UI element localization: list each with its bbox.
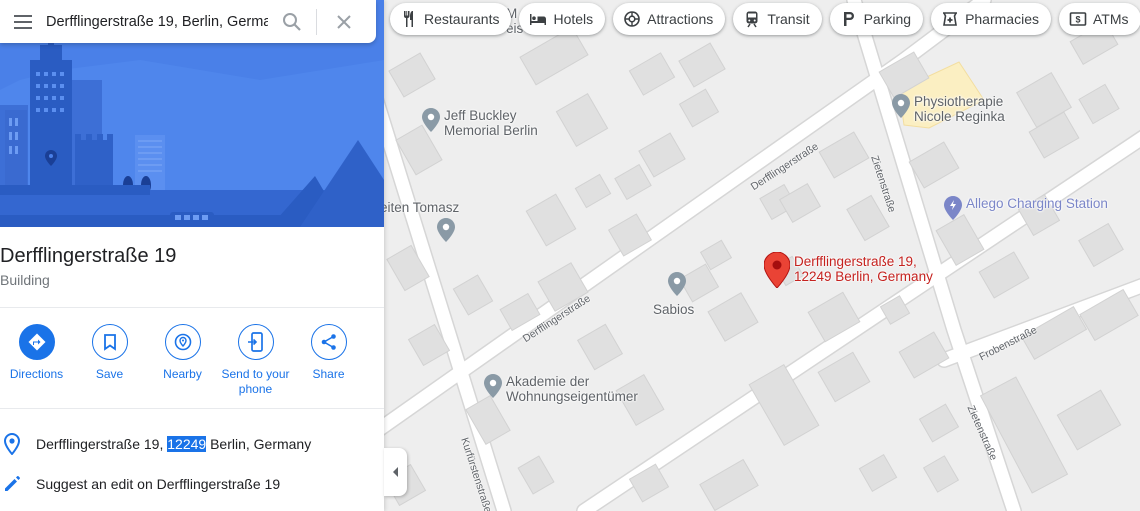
place-panel: Derfflingerstraße 19 Building Directions… — [0, 0, 384, 511]
map-canvas[interactable]: M eis Jeff Buckley Memorial Berlin eiten… — [384, 0, 1140, 511]
search-box — [0, 0, 376, 43]
save-circle — [91, 324, 128, 360]
poi-label: Physiotherapie Nicole Reginka — [914, 94, 1005, 124]
poi-label: eiten Tomasz — [384, 200, 460, 215]
pharmacy-icon — [943, 12, 958, 26]
poi-jeff-buckley-memorial[interactable]: Jeff Buckley Memorial Berlin — [422, 108, 538, 138]
poi-allego-charging[interactable]: Allego Charging Station — [944, 196, 1108, 220]
action-label: Share — [312, 367, 345, 381]
address-icon-wrap — [0, 433, 36, 455]
bookmark-icon — [103, 334, 116, 351]
poi-label: Jeff Buckley Memorial Berlin — [444, 108, 538, 138]
chip-attractions[interactable]: Attractions — [613, 3, 726, 35]
chip-restaurants[interactable]: Restaurants — [390, 3, 512, 35]
chip-label: Pharmacies — [965, 11, 1039, 27]
pencil-icon — [5, 476, 20, 491]
poi-sabios[interactable]: Sabios — [653, 302, 694, 317]
caret-left-icon — [392, 467, 398, 477]
map-pin-icon — [484, 374, 502, 398]
nearby-button[interactable]: Nearby — [146, 324, 219, 397]
share-button[interactable]: Share — [292, 324, 365, 397]
map-pin-icon — [892, 94, 910, 118]
share-icon — [321, 334, 336, 350]
action-label: Nearby — [163, 367, 202, 381]
fork-knife-icon — [404, 11, 413, 27]
close-icon — [337, 14, 351, 29]
directions-icon — [28, 333, 45, 351]
map-pin-icon — [422, 108, 440, 132]
address-part: Derfflingerstraße 19, — [36, 436, 168, 452]
suggest-edit-row[interactable]: Suggest an edit on Derfflingerstraße 19 — [0, 464, 384, 504]
nearby-circle — [164, 324, 201, 360]
chip-label: Transit — [767, 11, 810, 27]
hamburger-menu-icon — [14, 14, 32, 29]
camera-icon — [624, 11, 640, 27]
address-highlight: 12249 — [167, 436, 207, 452]
bed-icon — [530, 14, 547, 25]
category-chips: Restaurants Hotels Attractions Transit P… — [390, 3, 1140, 35]
clear-search-button[interactable] — [317, 0, 371, 43]
address-row[interactable]: Derfflingerstraße 19, 12249 Berlin, Germ… — [0, 424, 384, 464]
chip-atms[interactable]: $ ATMs — [1058, 3, 1140, 35]
chip-transit[interactable]: Transit — [733, 3, 822, 35]
selected-place-marker[interactable]: Derfflingerstraße 19, 12249 Berlin, Germ… — [764, 252, 933, 288]
svg-text:$: $ — [1075, 15, 1080, 25]
train-icon — [746, 11, 758, 28]
map-pin-icon[interactable] — [668, 272, 686, 296]
send-to-phone-button[interactable]: Send to your phone — [219, 324, 292, 397]
chip-parking[interactable]: Parking — [829, 3, 924, 35]
action-label: Save — [95, 367, 124, 381]
poi-label: Allego Charging Station — [966, 196, 1108, 211]
directions-button[interactable]: Directions — [0, 324, 73, 397]
divider — [0, 307, 384, 308]
atm-icon: $ — [1069, 12, 1087, 26]
save-button[interactable]: Save — [73, 324, 146, 397]
share-circle — [310, 324, 347, 360]
chip-hotels[interactable]: Hotels — [519, 3, 606, 35]
chip-label: Hotels — [553, 11, 594, 27]
chip-label: Parking — [863, 11, 912, 27]
map-base — [384, 0, 1140, 511]
send-to-phone-circle — [237, 324, 274, 360]
address-part: Berlin, Germany — [206, 436, 312, 452]
chip-label: ATMs — [1092, 11, 1129, 27]
divider — [0, 408, 384, 409]
place-title: Derfflingerstraße 19 — [0, 245, 177, 267]
parking-icon — [843, 12, 854, 26]
action-label: Send to your phone — [221, 367, 290, 396]
poi-physiotherapie[interactable]: Physiotherapie Nicole Reginka — [892, 94, 1005, 124]
send-to-phone-icon — [247, 332, 263, 352]
chip-label: Restaurants — [424, 11, 500, 27]
search-input[interactable] — [46, 13, 268, 30]
edit-icon-wrap — [0, 475, 36, 493]
directions-circle — [18, 324, 55, 360]
collapse-panel-button[interactable] — [384, 448, 407, 496]
address-text: Derfflingerstraße 19, 12249 Berlin, Germ… — [36, 436, 311, 452]
action-buttons: Directions Save Nearby Send to your phon… — [0, 324, 384, 397]
ev-charging-pin-icon — [944, 196, 962, 220]
suggest-edit-text: Suggest an edit on Derfflingerstraße 19 — [36, 476, 281, 492]
search-icon — [283, 12, 301, 31]
poi-tomasz[interactable]: eiten Tomasz — [384, 200, 459, 215]
chip-label: Attractions — [647, 11, 714, 27]
selected-place-label: Derfflingerstraße 19, 12249 Berlin, Germ… — [794, 254, 933, 284]
action-label: Directions — [9, 367, 64, 381]
location-pin-icon — [4, 433, 20, 455]
place-category: Building — [0, 272, 50, 288]
map-pin-icon[interactable] — [437, 218, 455, 242]
poi-label: Akademie der Wohnungseigentümer — [506, 374, 638, 404]
red-pin-icon — [764, 252, 790, 288]
chip-pharmacies[interactable]: Pharmacies — [931, 3, 1051, 35]
nearby-icon — [174, 333, 191, 351]
poi-akademie[interactable]: Akademie der Wohnungseigentümer — [484, 374, 638, 404]
menu-button[interactable] — [0, 0, 46, 43]
search-button[interactable] — [268, 0, 316, 43]
